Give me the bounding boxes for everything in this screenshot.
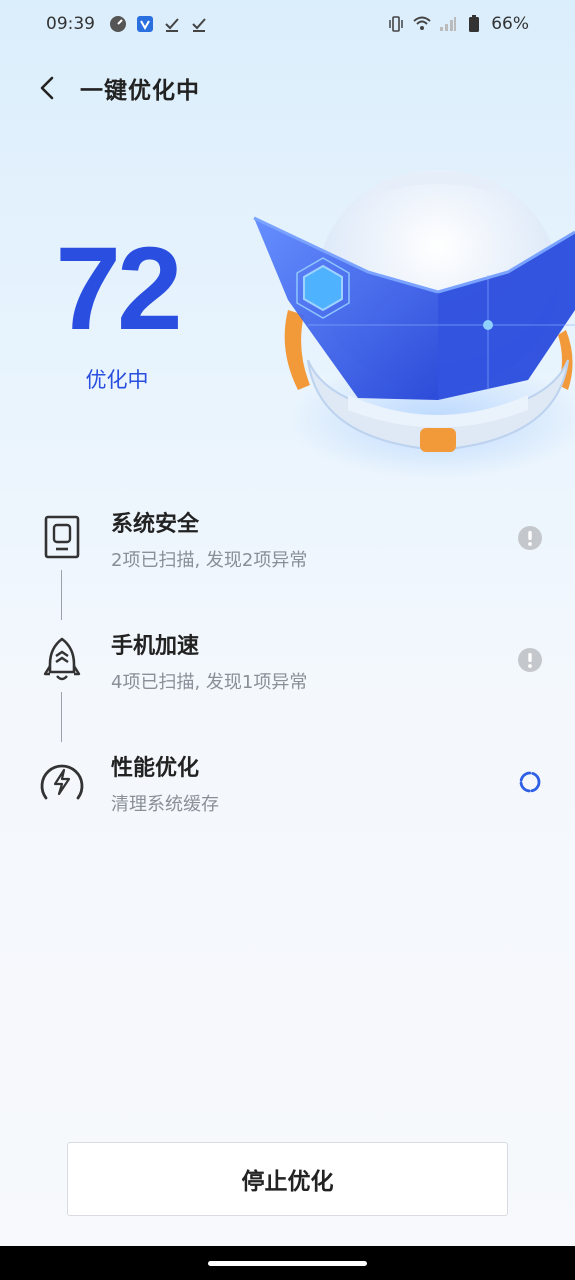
score-label: 优化中 (85, 368, 149, 392)
status-notification-icons (109, 15, 208, 33)
item-text: 手机加速 4项已扫描, 发现1项异常 (111, 628, 307, 694)
item-subtitle: 清理系统缓存 (111, 794, 219, 815)
score-value: 72 (55, 223, 182, 355)
check-notification-icon (190, 15, 208, 33)
shield-app-icon (136, 15, 154, 33)
optimization-score: 72 优化中 (52, 230, 182, 394)
wifi-icon (413, 15, 431, 33)
stop-optimization-button[interactable]: 停止优化 (67, 1142, 508, 1216)
signal-icon (439, 15, 457, 33)
rocket-icon (36, 634, 88, 686)
list-item-phone-acceleration[interactable]: 手机加速 4项已扫描, 发现1项异常 (0, 620, 575, 700)
system-navigation-bar (0, 1246, 575, 1280)
security-icon (36, 512, 88, 564)
status-system-icons: 66% (387, 14, 529, 34)
page-title: 一键优化中 (80, 78, 200, 104)
chevron-left-icon (40, 76, 54, 100)
check-notification-icon (163, 15, 181, 33)
vibrate-icon (387, 15, 405, 33)
battery-icon (465, 15, 483, 33)
status-time: 09:39 (46, 14, 95, 34)
item-text: 性能优化 清理系统缓存 (111, 750, 219, 816)
warning-icon (517, 647, 543, 673)
robot-mascot-illustration (248, 160, 575, 480)
home-indicator[interactable] (208, 1261, 367, 1266)
item-title: 手机加速 (111, 634, 200, 659)
list-item-system-security[interactable]: 系统安全 2项已扫描, 发现2项异常 (0, 498, 575, 578)
status-bar: 09:39 66% (0, 0, 575, 48)
header: 一键优化中 (0, 62, 575, 114)
warning-icon (517, 525, 543, 551)
app-icon (109, 15, 127, 33)
loading-icon (517, 769, 543, 795)
item-subtitle: 2项已扫描, 发现2项异常 (111, 550, 308, 571)
item-text: 系统安全 2项已扫描, 发现2项异常 (111, 506, 307, 572)
back-button[interactable] (22, 63, 72, 113)
battery-percent: 66% (491, 14, 529, 34)
list-item-performance-optimization[interactable]: 性能优化 清理系统缓存 (0, 742, 575, 822)
item-title: 系统安全 (111, 512, 200, 537)
speedometer-icon (36, 756, 88, 808)
item-subtitle: 4项已扫描, 发现1项异常 (111, 672, 308, 693)
item-title: 性能优化 (111, 756, 200, 781)
